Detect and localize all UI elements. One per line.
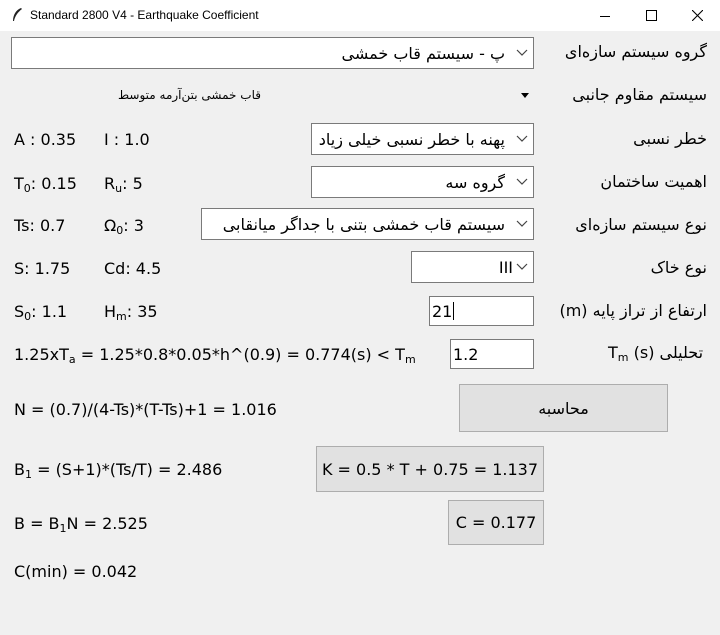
- dropdown-triangle-icon: [521, 93, 529, 98]
- param-s: S: 1.75: [14, 259, 71, 278]
- system-type-label: نوع سیستم سازه‌ای: [575, 215, 707, 234]
- param-s0: S0: 1.1: [14, 302, 68, 323]
- analytic-period-input[interactable]: 1.2: [450, 339, 534, 369]
- param-ru: Ru: 5: [104, 174, 143, 195]
- param-i: I : 1.0: [104, 130, 150, 149]
- calculate-button[interactable]: محاسبه: [459, 384, 668, 432]
- window-title: Standard 2800 V4 - Earthquake Coefficien…: [30, 8, 259, 22]
- lateral-system-value: قاب خمشی بتن‌آرمه متوسط: [118, 88, 261, 102]
- height-input[interactable]: 21: [429, 296, 534, 326]
- relative-hazard-label: خطر نسبی: [633, 129, 707, 148]
- height-input-value: 21: [432, 301, 453, 321]
- param-hm: Hm: 35: [104, 302, 158, 323]
- title-bar: Standard 2800 V4 - Earthquake Coefficien…: [0, 0, 720, 31]
- param-a: A : 0.35: [14, 130, 77, 149]
- maximize-icon: [645, 10, 657, 21]
- importance-label: اهمیت ساختمان: [600, 172, 707, 191]
- param-ts: Ts: 0.7: [14, 216, 66, 235]
- param-cd: Cd: 4.5: [104, 259, 162, 278]
- close-button[interactable]: [674, 0, 720, 31]
- lateral-system-label: سیستم مقاوم جانبی: [572, 85, 707, 104]
- k-result-button[interactable]: K = 0.5 * T + 0.75 = 1.137: [316, 446, 544, 492]
- importance-value: گروه سه: [445, 172, 505, 192]
- system-group-value: پ - سیستم قاب خمشی: [341, 43, 506, 63]
- lateral-system-combo[interactable]: قاب خمشی بتن‌آرمه متوسط: [110, 82, 535, 110]
- feather-app-icon: [13, 8, 22, 21]
- close-icon: [691, 10, 703, 21]
- maximize-button[interactable]: [628, 0, 674, 31]
- relative-hazard-value: پهنه با خطر نسبی خیلی زیاد: [318, 129, 505, 149]
- system-type-value: سیستم قاب خمشی بتنی با جداگر میانقابی: [222, 214, 505, 234]
- system-group-combo[interactable]: پ - سیستم قاب خمشی: [11, 37, 534, 69]
- chevron-down-icon: [516, 135, 528, 142]
- analytic-period-label: Tm تحلیلی (s): [608, 343, 704, 364]
- param-omega: Ω0: 3: [104, 216, 144, 237]
- importance-combo[interactable]: گروه سه: [311, 166, 534, 198]
- chevron-down-icon: [516, 178, 528, 185]
- b1-expression: B1 = (S+1)*(Ts/T) = 2.486: [14, 460, 223, 481]
- analytic-period-value: 1.2: [453, 344, 479, 364]
- minimize-icon: [600, 15, 610, 17]
- period-expression: 1.25xTa = 1.25*0.8*0.05*h^(0.9) = 0.774(…: [14, 345, 416, 366]
- chevron-down-icon: [516, 49, 528, 56]
- soil-type-label: نوع خاک: [650, 258, 707, 277]
- relative-hazard-combo[interactable]: پهنه با خطر نسبی خیلی زیاد: [311, 123, 534, 155]
- minimize-button[interactable]: [582, 0, 628, 31]
- text-caret: [453, 302, 455, 320]
- system-type-combo[interactable]: سیستم قاب خمشی بتنی با جداگر میانقابی: [201, 208, 534, 240]
- soil-type-value: III: [498, 257, 513, 277]
- height-label: ارتفاع از تراز پایه (m): [559, 301, 707, 320]
- chevron-down-icon: [516, 220, 528, 227]
- chevron-down-icon: [516, 263, 528, 270]
- cmin-expression: C(min) = 0.042: [14, 562, 138, 581]
- system-group-label: گروه سیستم سازه‌ای: [564, 42, 707, 61]
- soil-type-combo[interactable]: III: [411, 251, 534, 283]
- n-expression: N = (0.7)/(4-Ts)*(T-Ts)+1 = 1.016: [14, 400, 277, 419]
- param-t0: T0: 0.15: [14, 174, 77, 195]
- c-result-button[interactable]: C = 0.177: [448, 500, 544, 545]
- b-expression: B = B1N = 2.525: [14, 514, 148, 535]
